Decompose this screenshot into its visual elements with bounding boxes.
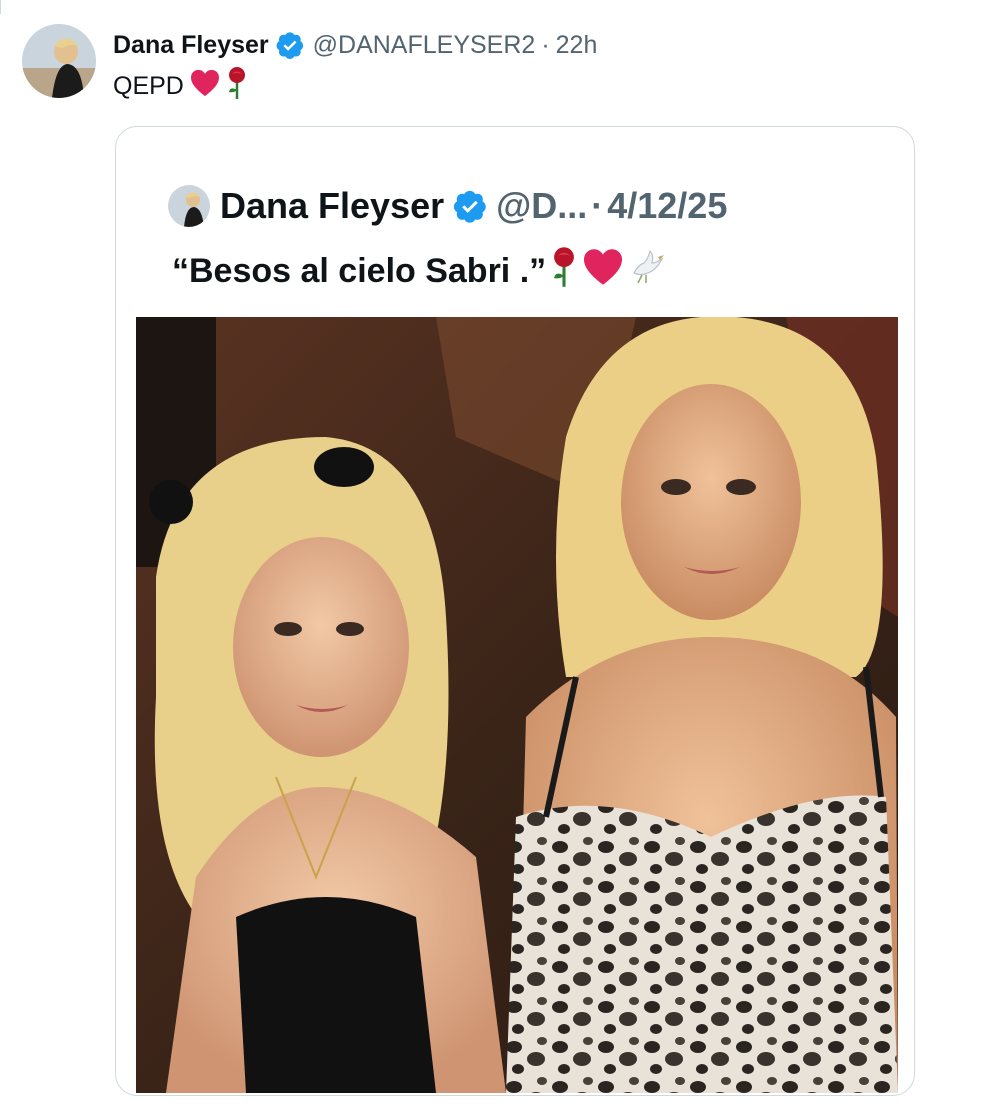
rose-icon bbox=[226, 66, 248, 107]
rose-icon bbox=[550, 246, 578, 297]
heart-icon bbox=[190, 69, 220, 104]
thread-connector bbox=[0, 0, 1, 14]
tweet-header: Dana Fleyser @DANAFLEYSER2 · 22h bbox=[113, 28, 597, 62]
tweet-text-content: QEPD bbox=[113, 71, 184, 100]
author-name[interactable]: Dana Fleyser bbox=[113, 31, 269, 60]
tweet-timestamp[interactable]: 22h bbox=[556, 31, 598, 60]
quoted-header: Dana Fleyser @D... · 4/12/25 bbox=[168, 183, 727, 229]
heart-icon bbox=[582, 248, 624, 295]
header-separator: · bbox=[541, 30, 550, 59]
verified-badge-icon bbox=[275, 30, 305, 60]
quoted-tweet-card[interactable]: Dana Fleyser @D... · 4/12/25 “Besos al c… bbox=[115, 126, 915, 1096]
quoted-text-content: “Besos al cielo Sabri .” bbox=[172, 251, 547, 290]
verified-badge-icon bbox=[452, 188, 488, 224]
quoted-text: “Besos al cielo Sabri .” bbox=[172, 246, 668, 297]
quoted-author-avatar bbox=[168, 185, 210, 227]
quoted-date: 4/12/25 bbox=[607, 185, 728, 226]
author-handle[interactable]: @DANAFLEYSER2 bbox=[313, 31, 536, 60]
quoted-author-name: Dana Fleyser bbox=[220, 185, 445, 226]
quoted-author-handle: @D... bbox=[496, 185, 588, 226]
quoted-photo bbox=[136, 317, 898, 1093]
tweet-text: QEPD bbox=[113, 66, 248, 107]
tweet-view: Dana Fleyser @DANAFLEYSER2 · 22h QEPD Da… bbox=[0, 0, 1000, 1119]
author-avatar[interactable] bbox=[22, 24, 96, 98]
quoted-screenshot: Dana Fleyser @D... · 4/12/25 “Besos al c… bbox=[136, 147, 898, 1093]
quoted-header-separator: · bbox=[591, 185, 604, 226]
dove-icon bbox=[628, 247, 668, 296]
